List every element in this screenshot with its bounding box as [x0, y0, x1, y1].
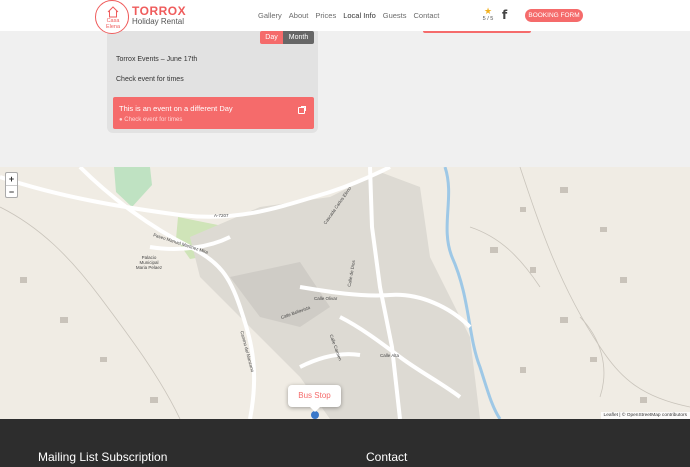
map-label-calle-alta: Calle Alta — [380, 353, 400, 358]
facebook-icon[interactable]: f — [502, 8, 507, 22]
zoom-control: + − — [5, 172, 18, 198]
logo-text-line2: Elena — [105, 24, 121, 30]
rating-badge[interactable]: ★ 5 / 5 — [481, 6, 495, 23]
mailing-list-heading: Mailing List Subscription — [38, 450, 168, 464]
nav-item-about[interactable]: About — [289, 11, 309, 20]
map-tiles — [0, 167, 690, 419]
event-times: Check event for times — [116, 76, 184, 83]
calendar-section — [0, 31, 690, 167]
map-label-palacio: Palacio Municipal Maria Pelaez — [135, 255, 163, 270]
map-view[interactable]: A-7207 Paseo Manuel Martinez Mira Palaci… — [0, 167, 690, 419]
rating-text: 5 / 5 — [482, 16, 494, 22]
contact-heading: Contact — [366, 450, 408, 464]
map-label-a7207: A-7207 — [214, 213, 229, 218]
bus-stop-popup[interactable]: Bus Stop — [288, 385, 341, 412]
star-icon: ★ — [483, 6, 493, 16]
nav-item-local-info[interactable]: Local Info — [343, 11, 376, 20]
brand-name: TORROX — [132, 4, 187, 18]
view-toggle: Day Month — [260, 31, 314, 44]
brand-block[interactable]: TORROX Holiday Rental — [132, 5, 186, 27]
house-icon — [107, 6, 119, 18]
nav-item-gallery[interactable]: Gallery — [258, 11, 282, 20]
map-attribution[interactable]: Leaflet | © OpenStreetMap contributors — [600, 412, 690, 419]
zoom-out-button[interactable]: − — [6, 185, 17, 197]
event-card-title: This is an event on a different Day — [119, 104, 233, 113]
event-title[interactable]: Torrox Events – June 17th — [116, 56, 197, 63]
main-nav: Gallery About Prices Local Info Guests C… — [258, 11, 439, 20]
accent-strip — [423, 31, 531, 33]
nav-item-contact[interactable]: Contact — [414, 11, 440, 20]
map-label-calle-olivar: Calle Olivar — [314, 296, 338, 301]
external-link-icon[interactable] — [298, 106, 306, 114]
site-footer: Mailing List Subscription Contact — [0, 419, 690, 467]
nav-item-prices[interactable]: Prices — [315, 11, 336, 20]
zoom-in-button[interactable]: + — [6, 173, 17, 185]
booking-form-button[interactable]: BOOKING FORM — [525, 9, 583, 22]
event-card[interactable]: This is an event on a different Day ● Ch… — [113, 97, 314, 129]
nav-item-guests[interactable]: Guests — [383, 11, 407, 20]
month-view-button[interactable]: Month — [283, 31, 314, 44]
event-card-subtitle: ● Check event for times — [119, 117, 183, 123]
brand-tagline: Holiday Rental — [132, 17, 185, 26]
site-logo[interactable]: Casa Elena — [95, 0, 129, 34]
site-header: Casa Elena TORROX Holiday Rental Gallery… — [0, 0, 690, 34]
bus-stop-marker[interactable] — [311, 411, 319, 419]
day-view-button[interactable]: Day — [260, 31, 283, 44]
